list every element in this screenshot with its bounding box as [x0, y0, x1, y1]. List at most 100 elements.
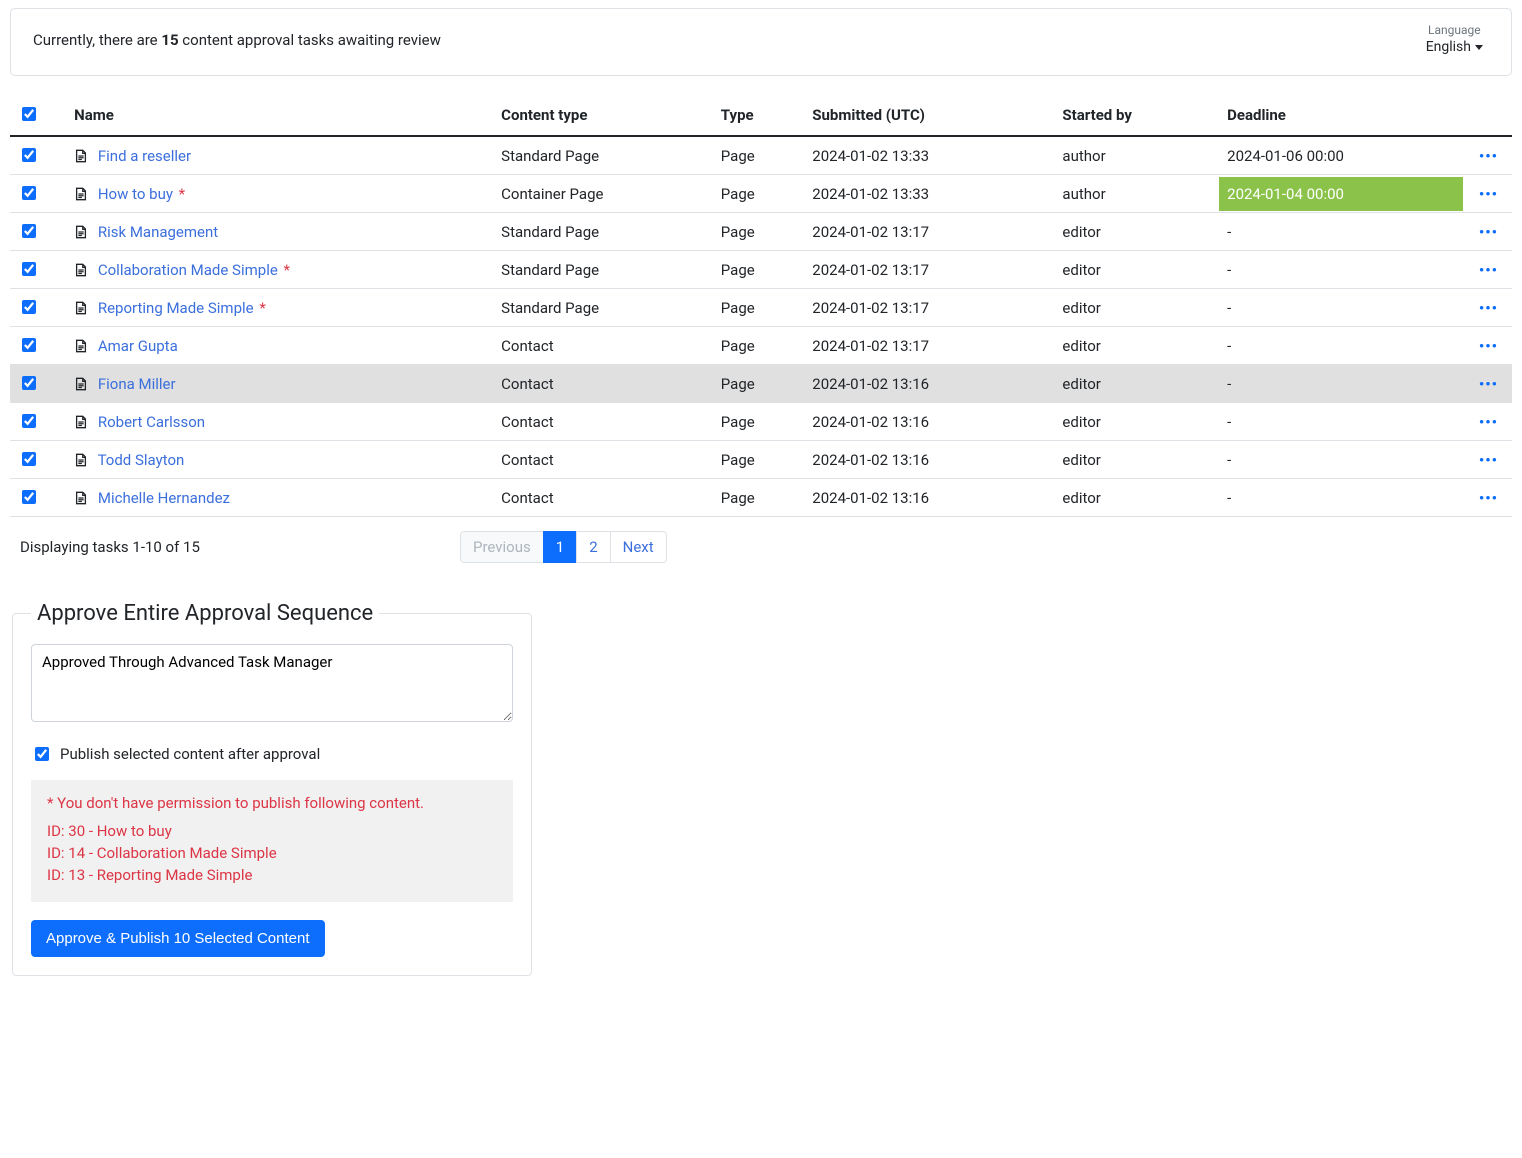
cell-content-type: Standard Page: [493, 136, 713, 175]
approve-publish-button[interactable]: Approve & Publish 10 Selected Content: [31, 920, 325, 957]
item-link[interactable]: Amar Gupta: [98, 337, 178, 355]
caret-down-icon: [1475, 45, 1483, 50]
warning-heading: * You don't have permission to publish f…: [47, 794, 497, 812]
row-checkbox[interactable]: [22, 300, 36, 314]
cell-deadline: -: [1219, 403, 1463, 441]
language-value: English: [1426, 39, 1471, 55]
summary-card: Currently, there are 15 content approval…: [10, 8, 1512, 76]
table-row: Todd Slayton Contact Page 2024-01-02 13:…: [10, 441, 1512, 479]
pagination: Previous12Next: [460, 531, 667, 563]
cell-type: Page: [713, 479, 805, 517]
page-icon: [74, 415, 88, 429]
language-selector[interactable]: Language English: [1420, 23, 1489, 57]
column-deadline[interactable]: Deadline: [1219, 94, 1463, 136]
row-actions-button[interactable]: •••: [1471, 451, 1504, 469]
select-all-checkbox[interactable]: [22, 107, 36, 121]
deadline-value: -: [1227, 489, 1231, 507]
cell-started-by: editor: [1054, 327, 1219, 365]
pager-page-2[interactable]: 2: [576, 531, 610, 563]
cell-deadline: 2024-01-04 00:00: [1219, 175, 1463, 213]
item-link[interactable]: Collaboration Made Simple: [98, 261, 278, 279]
table-row: Find a reseller Standard Page Page 2024-…: [10, 136, 1512, 175]
page-icon: [74, 301, 88, 315]
column-submitted[interactable]: Submitted (UTC): [804, 94, 1054, 136]
row-checkbox[interactable]: [22, 414, 36, 428]
table-row: Amar Gupta Contact Page 2024-01-02 13:17…: [10, 327, 1512, 365]
page-icon: [74, 263, 88, 277]
row-actions-button[interactable]: •••: [1471, 261, 1504, 279]
item-link[interactable]: Find a reseller: [98, 147, 191, 165]
cell-content-type: Standard Page: [493, 213, 713, 251]
row-checkbox[interactable]: [22, 376, 36, 390]
publish-after-approval-label[interactable]: Publish selected content after approval: [60, 745, 320, 763]
page-icon: [74, 377, 88, 391]
row-checkbox[interactable]: [22, 224, 36, 238]
pager-page-1[interactable]: 1: [543, 531, 577, 563]
cell-deadline: -: [1219, 441, 1463, 479]
summary-text: Currently, there are 15 content approval…: [33, 31, 441, 49]
pager-next[interactable]: Next: [610, 531, 667, 563]
deadline-value: 2024-01-04 00:00: [1219, 177, 1463, 211]
item-link[interactable]: Risk Management: [98, 223, 218, 241]
row-checkbox[interactable]: [22, 186, 36, 200]
column-content-type[interactable]: Content type: [493, 94, 713, 136]
deadline-value: -: [1227, 261, 1231, 279]
cell-submitted: 2024-01-02 13:16: [804, 365, 1054, 403]
table-row: Michelle Hernandez Contact Page 2024-01-…: [10, 479, 1512, 517]
cell-deadline: -: [1219, 327, 1463, 365]
row-checkbox[interactable]: [22, 490, 36, 504]
tasks-table: Name Content type Type Submitted (UTC) S…: [10, 94, 1512, 517]
deadline-value: -: [1227, 413, 1231, 431]
item-link[interactable]: Reporting Made Simple: [98, 299, 254, 317]
flag-marker: *: [284, 261, 290, 279]
item-link[interactable]: How to buy: [98, 185, 173, 203]
cell-started-by: author: [1054, 175, 1219, 213]
flag-marker: *: [179, 185, 185, 203]
item-link[interactable]: Todd Slayton: [98, 451, 185, 469]
item-link[interactable]: Fiona Miller: [98, 375, 176, 393]
cell-started-by: editor: [1054, 365, 1219, 403]
table-row: Fiona Miller Contact Page 2024-01-02 13:…: [10, 365, 1512, 403]
deadline-value: -: [1227, 375, 1231, 393]
pager-previous[interactable]: Previous: [460, 531, 544, 563]
approval-comment-input[interactable]: [31, 644, 513, 722]
approval-panel: Approve Entire Approval Sequence Publish…: [12, 601, 532, 976]
cell-submitted: 2024-01-02 13:16: [804, 479, 1054, 517]
deadline-value: -: [1227, 299, 1231, 317]
row-actions-button[interactable]: •••: [1471, 299, 1504, 317]
cell-submitted: 2024-01-02 13:16: [804, 403, 1054, 441]
row-actions-button[interactable]: •••: [1471, 185, 1504, 203]
cell-type: Page: [713, 251, 805, 289]
cell-content-type: Standard Page: [493, 289, 713, 327]
row-actions-button[interactable]: •••: [1471, 413, 1504, 431]
row-actions-button[interactable]: •••: [1471, 489, 1504, 507]
cell-type: Page: [713, 403, 805, 441]
row-actions-button[interactable]: •••: [1471, 375, 1504, 393]
cell-content-type: Contact: [493, 403, 713, 441]
item-link[interactable]: Michelle Hernandez: [98, 489, 230, 507]
task-count: 15: [161, 31, 178, 49]
row-actions-button[interactable]: •••: [1471, 337, 1504, 355]
column-type[interactable]: Type: [713, 94, 805, 136]
cell-content-type: Contact: [493, 365, 713, 403]
row-checkbox[interactable]: [22, 338, 36, 352]
cell-submitted: 2024-01-02 13:17: [804, 289, 1054, 327]
publish-after-approval-checkbox[interactable]: [35, 747, 49, 761]
page-icon: [74, 491, 88, 505]
cell-started-by: editor: [1054, 441, 1219, 479]
cell-submitted: 2024-01-02 13:33: [804, 136, 1054, 175]
column-name[interactable]: Name: [66, 94, 493, 136]
row-actions-button[interactable]: •••: [1471, 223, 1504, 241]
row-checkbox[interactable]: [22, 452, 36, 466]
row-checkbox[interactable]: [22, 148, 36, 162]
row-actions-button[interactable]: •••: [1471, 147, 1504, 165]
language-toggle[interactable]: English: [1420, 37, 1489, 57]
cell-type: Page: [713, 289, 805, 327]
row-checkbox[interactable]: [22, 262, 36, 276]
cell-submitted: 2024-01-02 13:17: [804, 251, 1054, 289]
pager-status: Displaying tasks 1-10 of 15: [20, 538, 420, 556]
deadline-value: -: [1227, 223, 1231, 241]
cell-deadline: -: [1219, 365, 1463, 403]
item-link[interactable]: Robert Carlsson: [98, 413, 205, 431]
column-started-by[interactable]: Started by: [1054, 94, 1219, 136]
